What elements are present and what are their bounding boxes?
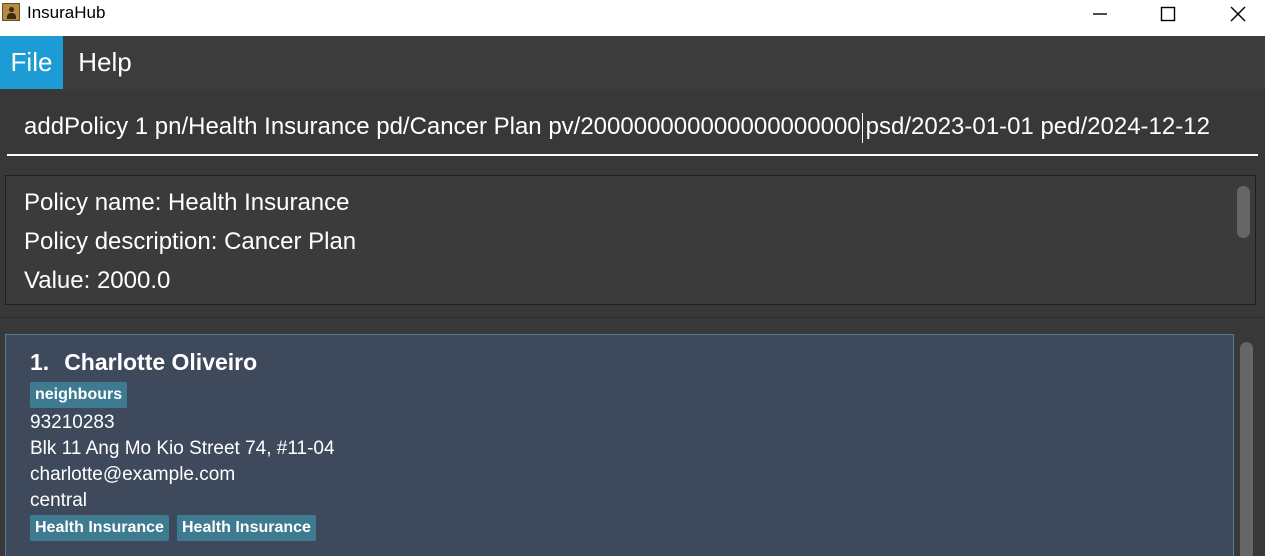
person-address: Blk 11 Ang Mo Kio Street 74, #11-04 — [30, 438, 335, 459]
window-title: InsuraHub — [27, 3, 106, 22]
title-bar: InsuraHub — [0, 0, 1265, 36]
command-text-after-caret: psd/2023-01-01 ped/2024-12-12 — [865, 113, 1210, 140]
text-caret — [861, 112, 863, 143]
maximize-icon — [1160, 6, 1176, 22]
person-name-text: Charlotte Oliveiro — [64, 349, 258, 375]
result-scrollbar[interactable] — [1237, 186, 1250, 238]
person-name: 1. Charlotte Oliveiro — [30, 349, 257, 376]
person-region: central — [30, 490, 88, 511]
command-box-panel: addPolicy 1 pn/Health Insurance pd/Cance… — [0, 89, 1265, 165]
policy-tag: Health Insurance — [177, 515, 316, 541]
result-line: Policy description: Cancer Plan — [24, 228, 357, 255]
policy-tag: Health Insurance — [30, 515, 169, 541]
command-input-underline — [7, 154, 1258, 156]
person-phone: 93210283 — [30, 412, 115, 433]
person-tag: neighbours — [30, 382, 128, 408]
person-list-scrollbar[interactable] — [1240, 342, 1253, 556]
minimize-button[interactable] — [1066, 0, 1134, 28]
person-icon — [2, 3, 20, 21]
menu-bar: File Help — [0, 36, 1265, 89]
close-icon — [1230, 6, 1246, 22]
maximize-button[interactable] — [1134, 0, 1202, 28]
menu-help[interactable]: Help — [63, 36, 147, 89]
person-list-panel: 1. Charlotte Oliveiro neighbours 93210283… — [0, 317, 1265, 556]
result-display[interactable]: Policy name: Health Insurance Policy des… — [5, 175, 1256, 305]
command-input[interactable]: addPolicy 1 pn/Health Insurance pd/Cance… — [24, 109, 1254, 145]
result-line: Policy name: Health Insurance — [24, 189, 350, 216]
person-index: 1. — [30, 349, 50, 375]
result-display-panel: Policy name: Health Insurance Policy des… — [0, 165, 1265, 317]
minimize-icon — [1093, 13, 1107, 15]
result-line: Value: 2000.0 — [24, 267, 171, 294]
person-card[interactable]: 1. Charlotte Oliveiro neighbours 93210283… — [5, 334, 1234, 556]
command-text-before-caret: addPolicy 1 pn/Health Insurance pd/Cance… — [24, 113, 861, 140]
menu-file[interactable]: File — [0, 36, 63, 89]
close-button[interactable] — [1204, 0, 1265, 28]
person-email: charlotte@example.com — [30, 464, 236, 485]
